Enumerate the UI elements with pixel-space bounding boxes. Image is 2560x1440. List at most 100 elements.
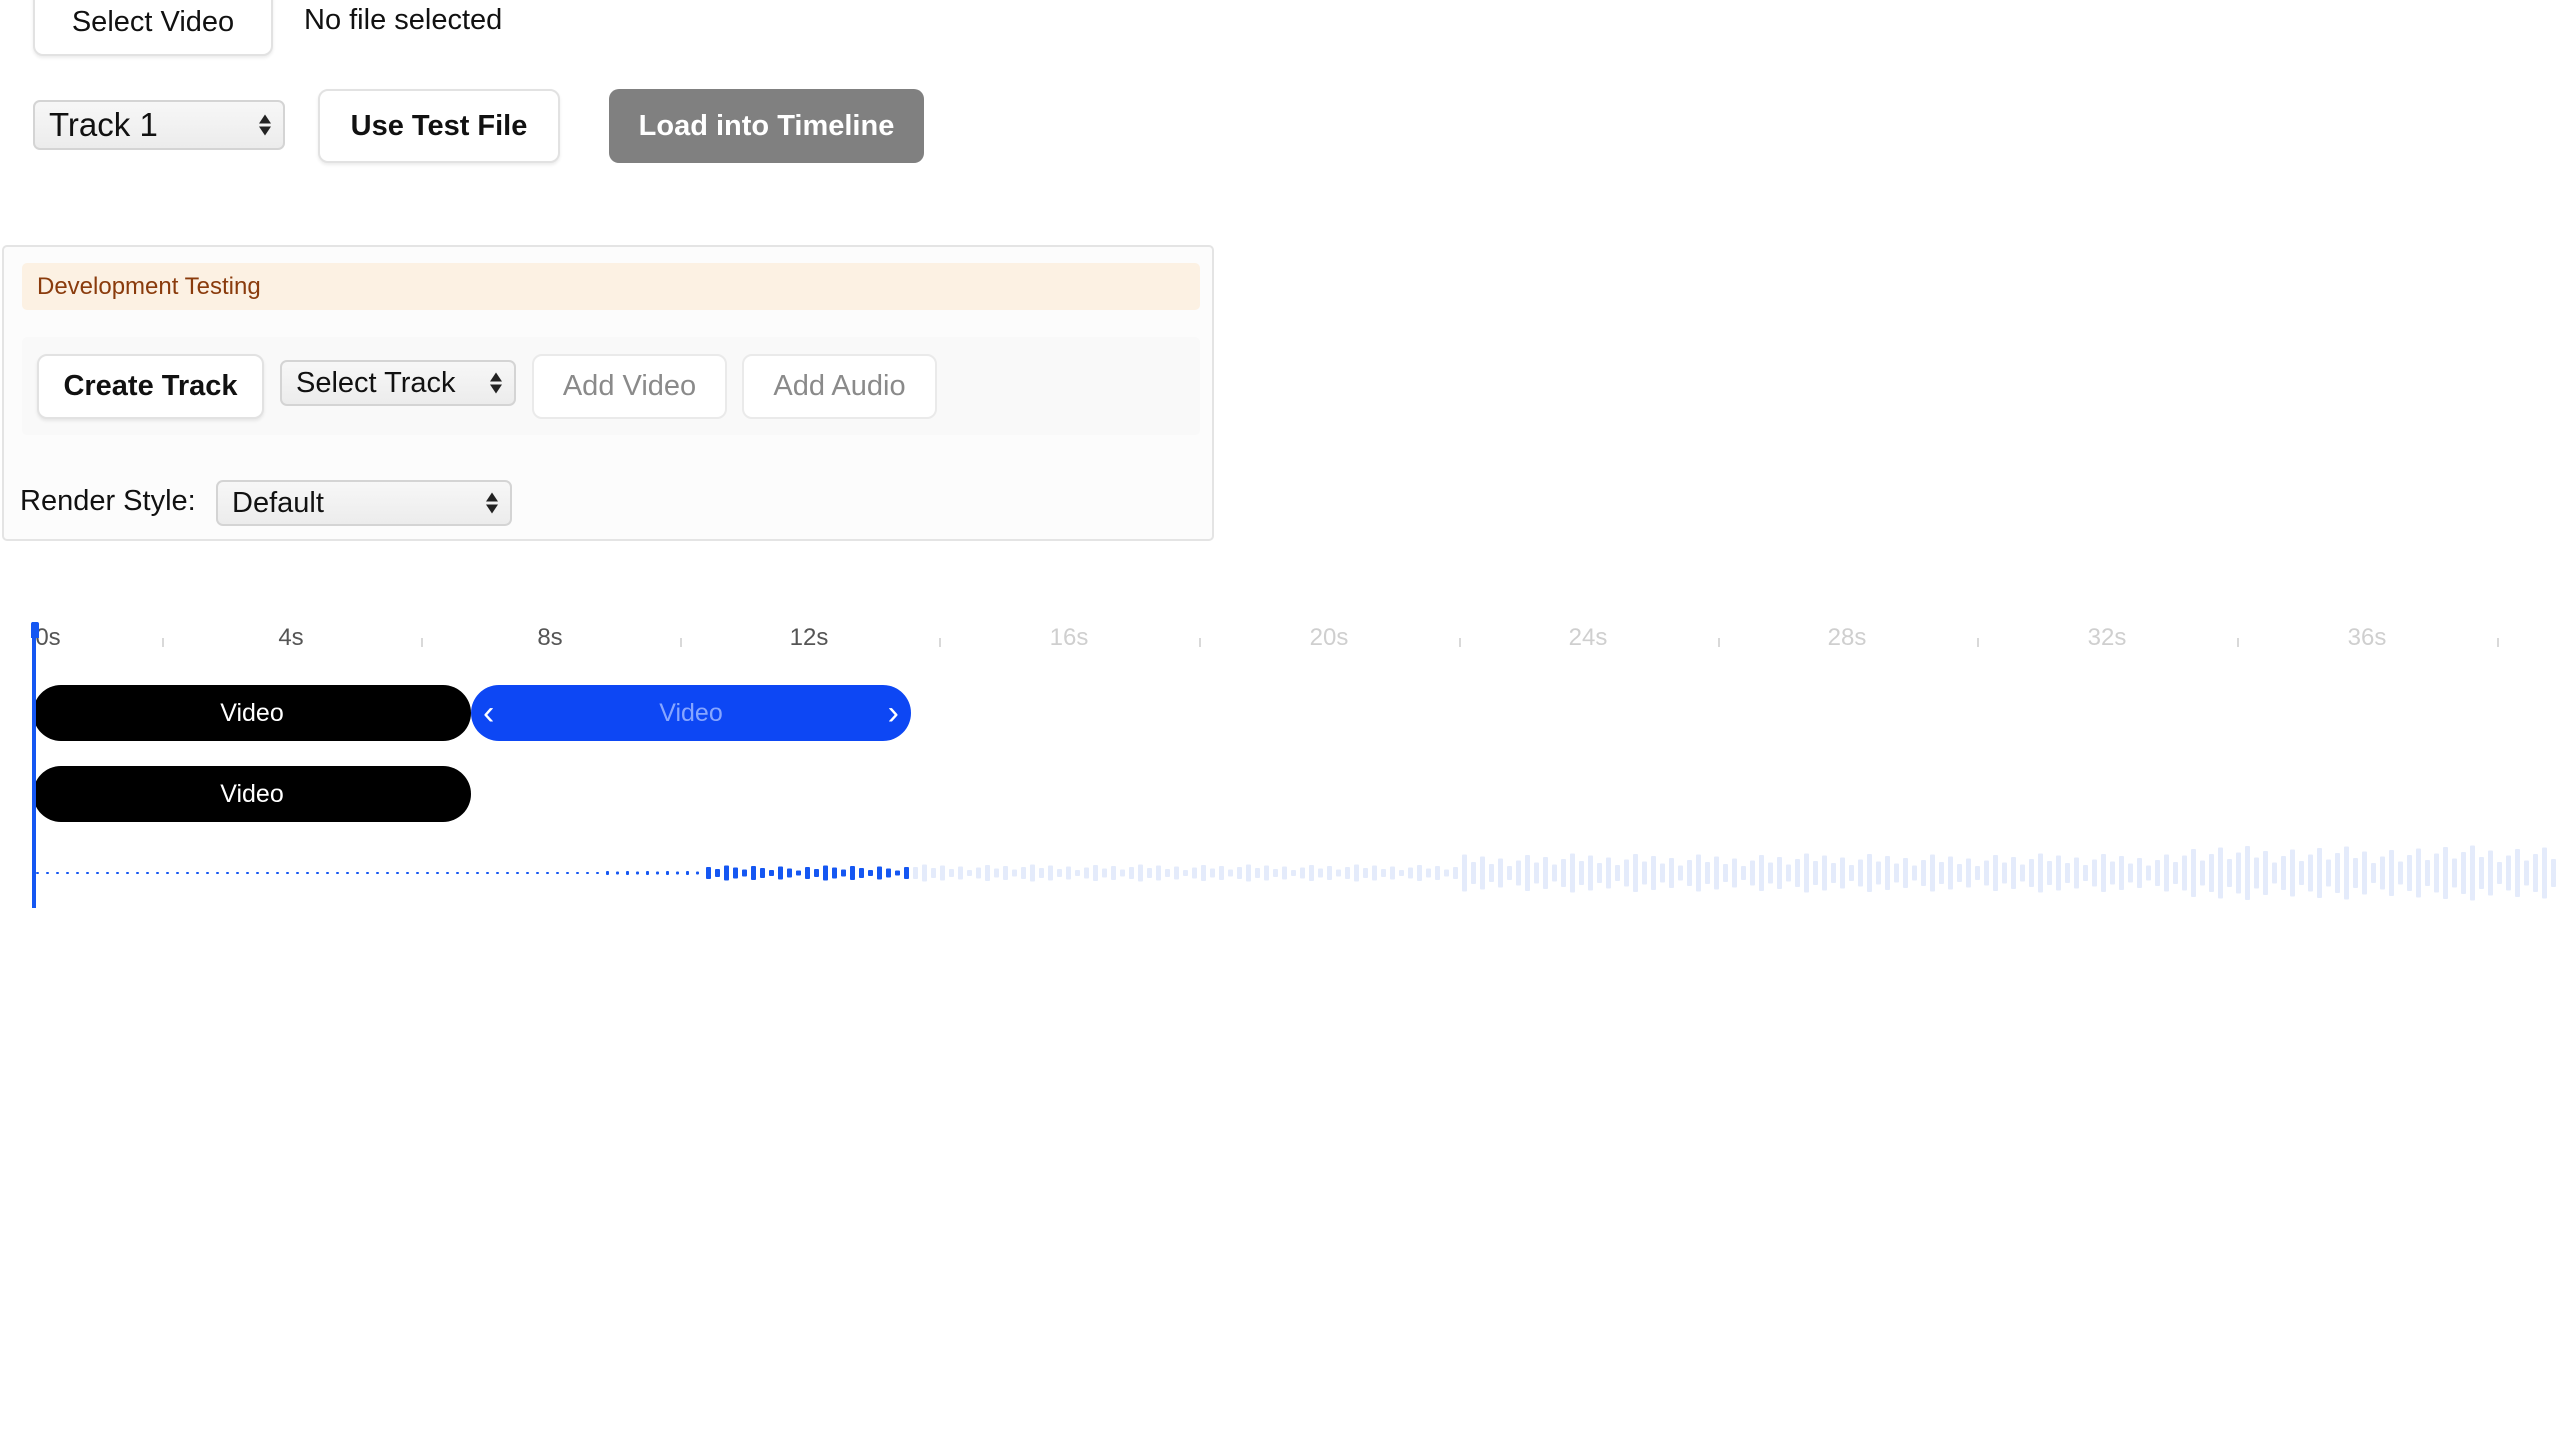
waveform-bar [46,872,49,874]
waveform-bar [2353,858,2358,888]
waveform-bar [86,872,89,874]
tick-label: 0s [35,624,61,651]
waveform-bar [1048,865,1053,881]
waveform-bar [366,872,369,874]
waveform-bar [2056,855,2061,891]
create-track-label: Create Track [63,370,238,402]
select-arrows-icon [259,114,271,136]
waveform-bar [456,872,459,874]
waveform-bar [1444,869,1449,877]
tick-label: 8s [537,624,563,651]
waveform-bar [206,872,209,874]
waveform-bar [1669,858,1674,888]
waveform-bar [406,872,409,874]
waveform-bar [286,872,289,874]
waveform-bar [796,870,801,876]
render-style-select[interactable]: Default [216,480,512,526]
track-select[interactable]: Track 1 [33,100,285,150]
waveform-bar [1822,855,1827,891]
waveform-bar [787,868,792,878]
file-status-text: No file selected [304,4,503,36]
waveform-bar [1237,867,1242,879]
waveform-bar [516,872,519,874]
waveform-bar [1615,865,1620,881]
waveform-bar [2479,857,2484,889]
waveform-bar [2029,859,2034,887]
waveform-bar [1624,859,1629,887]
waveform-bar [1426,868,1431,878]
waveform-bar [2236,852,2241,894]
waveform-bar [1516,860,1521,886]
waveform-bar [2407,855,2412,891]
tick-label: 20s [1309,624,1349,651]
waveform-bar [904,867,909,879]
waveform-bar [724,865,729,881]
tick-mark [1718,638,1720,647]
waveform-bar [967,870,972,876]
waveform-bar [1021,867,1026,879]
dev-panel-header: Development Testing [22,263,1200,310]
timeline-ruler[interactable]: 0s 4s 8s 12s 16s 20s 24s 28s 32s 36s [0,610,2560,660]
waveform-bar [1336,869,1341,877]
select-track-dropdown[interactable]: Select Track [280,360,516,406]
tick-label: 24s [1568,624,1608,651]
waveform-bar [346,872,349,874]
video-clip[interactable]: Video [33,685,471,741]
waveform-bar [146,872,149,874]
waveform-bar [1687,860,1692,886]
audio-waveform[interactable] [0,840,2560,910]
waveform-bar [2452,858,2457,888]
waveform-bar [556,872,559,874]
waveform-bar [2470,845,2475,901]
waveform-bar [2137,858,2142,888]
waveform-bar [2443,847,2448,899]
select-video-label: Select Video [71,5,235,38]
create-track-button[interactable]: Create Track [37,354,264,419]
tick-label: 28s [1827,624,1867,651]
waveform-bar [1570,853,1575,893]
waveform-bar [1183,870,1188,876]
waveform-bar [576,872,579,874]
waveform-bar [2380,856,2385,890]
waveform-bar [2497,862,2502,884]
waveform-bar [1417,865,1422,881]
waveform-bar [136,872,139,874]
waveform-bar [823,865,828,881]
waveform-bar [1192,867,1197,879]
waveform-bar [1543,857,1548,889]
waveform-bar [2254,857,2259,889]
waveform-bar [1777,857,1782,889]
waveform-bar [2317,848,2322,898]
waveform-bar [586,872,589,874]
tick-mark [162,638,164,647]
tick-label: 32s [2087,624,2127,651]
playhead[interactable] [32,622,36,908]
waveform-bar [36,872,39,874]
add-video-button[interactable]: Add Video [532,354,727,419]
waveform-bar [2245,846,2250,900]
render-style-label: Render Style: [20,485,196,517]
load-into-timeline-button[interactable]: Load into Timeline [609,89,924,163]
video-clip[interactable]: Video [33,766,471,822]
waveform-bar [1678,865,1683,881]
chevron-right-icon[interactable]: › [888,696,899,730]
tick-mark [2237,638,2239,647]
waveform-bar [706,867,711,879]
select-video-button[interactable]: Select Video [33,0,273,56]
video-clip-selected[interactable]: ‹ Video › [471,685,911,741]
add-audio-button[interactable]: Add Audio [742,354,937,419]
waveform-bar [96,872,99,874]
chevron-left-icon[interactable]: ‹ [483,696,494,730]
waveform-bar [832,867,837,879]
waveform-bar [2155,860,2160,886]
clip-label: Video [220,779,284,808]
waveform-bar [859,868,864,878]
waveform-bar [733,867,738,879]
waveform-bar [1084,867,1089,879]
waveform-bar [1894,863,1899,883]
waveform-bar [1030,864,1035,882]
use-test-file-button[interactable]: Use Test File [318,89,560,163]
waveform-bar [2461,852,2466,894]
waveform-bar [616,871,619,875]
waveform-bar [2308,854,2313,892]
